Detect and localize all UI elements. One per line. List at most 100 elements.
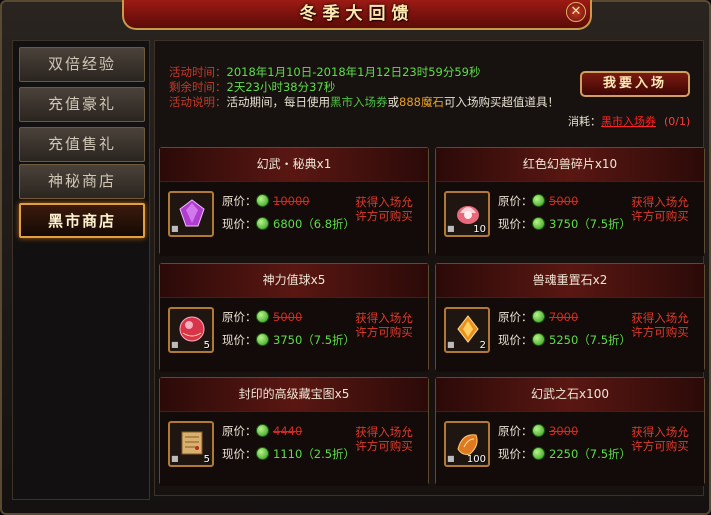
lock-icon: ■ xyxy=(171,224,179,233)
event-desc-label: 活动说明： xyxy=(169,95,227,109)
consume-count: (0/1) xyxy=(664,115,691,128)
item-body: ■ 100 原价： 3000 现价： 2250（7.5折） 获得入场允许方可购买 xyxy=(436,412,704,486)
event-desc-or: 或 xyxy=(387,95,400,109)
item-body: ■ 5 原价： 5000 现价： 3750（7.5折） 获得入场允许方可购买 xyxy=(160,298,428,372)
item-body: ■ 2 原价： 7000 现价： 5250（7.5折） 获得入场允许方可购买 xyxy=(436,298,704,372)
sidebar-item-recharge-sale[interactable]: 充值售礼 xyxy=(19,127,145,162)
lock-icon: ■ xyxy=(447,224,455,233)
current-price-label: 现价： xyxy=(498,217,533,231)
current-price-label: 现价： xyxy=(222,333,257,347)
event-time-row: 活动时间：2018年1月10日-2018年1月12日23时59分59秒 xyxy=(169,65,559,80)
coin-icon xyxy=(532,310,545,323)
coin-icon xyxy=(532,333,545,346)
original-price-row: 原价： 5000 xyxy=(498,193,578,209)
item-slot[interactable]: ■ 10 xyxy=(444,191,490,237)
coin-icon xyxy=(532,194,545,207)
original-price-row: 原价： 7000 xyxy=(498,309,578,325)
current-price-value: 3750（7.5折） xyxy=(549,217,632,231)
original-price-label: 原价： xyxy=(222,310,257,324)
item-slot[interactable]: ■ 5 xyxy=(168,307,214,353)
treasure-map-icon xyxy=(181,431,203,455)
consume-label: 消耗： xyxy=(568,115,601,128)
original-price-label: 原价： xyxy=(498,424,533,438)
original-price-value: 5000 xyxy=(273,310,303,324)
close-button[interactable]: ✕ xyxy=(566,2,586,22)
phantom-stone-icon xyxy=(457,434,478,455)
event-desc-prefix: 活动期间，每日使用 xyxy=(226,95,331,109)
coin-icon xyxy=(256,424,269,437)
enter-market-button[interactable]: 我要入场 xyxy=(580,71,690,97)
sidebar-item-recharge-gift[interactable]: 充值豪礼 xyxy=(19,87,145,122)
sidebar: 双倍经验 充值豪礼 充值售礼 神秘商店 黑市商店 xyxy=(12,40,150,500)
original-price-row: 原价： 5000 xyxy=(222,309,302,325)
current-price-value: 5250（7.5折） xyxy=(549,333,632,347)
item-name: 幻武之石x100 xyxy=(436,378,704,412)
item-body: ■ 10 原价： 5000 现价： 3750（7.5折） 获得入场允许方可购买 xyxy=(436,182,704,256)
current-price-label: 现价： xyxy=(498,333,533,347)
current-price-value: 2250（7.5折） xyxy=(549,447,632,461)
event-desc-ticket: 黑市入场券 xyxy=(330,95,388,109)
event-desc-ore: 888魔石 xyxy=(399,95,444,109)
current-price-value: 1110（2.5折） xyxy=(273,447,356,461)
coin-icon xyxy=(256,447,269,460)
title-bar: 冬季大回馈 ✕ xyxy=(122,0,592,30)
original-price-value: 3000 xyxy=(549,424,579,438)
current-price-row: 现价： 1110（2.5折） xyxy=(222,446,355,462)
shop-item-card: 封印的高级藏宝图x5 ■ 5 原价： 4440 现价： 1110（2.5折） 获得入… xyxy=(159,377,429,486)
item-body: ■ 原价： 10000 现价： 6800（6.8折） 获得入场允许方可购买 xyxy=(160,182,428,256)
original-price-row: 原价： 4440 xyxy=(222,423,302,439)
current-price-row: 现价： 6800（6.8折） xyxy=(222,216,355,232)
original-price-label: 原价： xyxy=(222,194,257,208)
item-name: 幻武・秘典x1 xyxy=(160,148,428,182)
shop-item-card: 神力值球x5 ■ 5 原价： 5000 现价： 3750（7.5折） 获得入场允许方… xyxy=(159,263,429,372)
original-price-label: 原价： xyxy=(498,310,533,324)
item-quantity: 5 xyxy=(203,340,210,351)
item-body: ■ 5 原价： 4440 现价： 1110（2.5折） 获得入场允许方可购买 xyxy=(160,412,428,486)
event-desc-row: 活动说明：活动期间，每日使用黑市入场券或888魔石可入场购买超值道具！ xyxy=(169,95,559,110)
item-quantity: 5 xyxy=(203,454,210,465)
item-name: 兽魂重置石x2 xyxy=(436,264,704,298)
current-price-label: 现价： xyxy=(498,447,533,461)
event-desc-suffix: 可入场购买超值道具！ xyxy=(443,95,559,109)
current-price-row: 现价： 3750（7.5折） xyxy=(498,216,631,232)
sidebar-item-black-market[interactable]: 黑市商店 xyxy=(19,203,145,238)
original-price-label: 原价： xyxy=(498,194,533,208)
window-title: 冬季大回馈 xyxy=(299,4,415,24)
item-quantity: 100 xyxy=(466,454,486,465)
purple-gem-icon xyxy=(179,199,205,227)
consume-ticket-link[interactable]: 黑市入场券 xyxy=(601,115,656,128)
coin-icon xyxy=(256,194,269,207)
coin-icon xyxy=(532,424,545,437)
shop-item-card: 红色幻兽碎片x10 ■ 10 原价： 5000 现价： 3750（7.5折） 获得入… xyxy=(435,147,705,256)
entry-required-notice: 获得入场允许方可购买 xyxy=(355,311,413,339)
shop-item-card: 幻武之石x100 ■ 100 原价： 3000 现价： 2250（7.5折） 获得入… xyxy=(435,377,705,486)
item-slot[interactable]: ■ 100 xyxy=(444,421,490,467)
item-name: 神力值球x5 xyxy=(160,264,428,298)
shop-item-card: 兽魂重置石x2 ■ 2 原价： 7000 现价： 5250（7.5折） 获得入场允许… xyxy=(435,263,705,372)
remain-time-label: 剩余时间： xyxy=(169,80,227,94)
beast-stone-icon xyxy=(457,315,479,343)
main-panel: 活动时间：2018年1月10日-2018年1月12日23时59分59秒 剩余时间… xyxy=(154,40,705,496)
entry-required-notice: 获得入场允许方可购买 xyxy=(631,311,689,339)
remain-time-value: 2天23小时38分37秒 xyxy=(226,80,336,94)
entry-required-notice: 获得入场允许方可购买 xyxy=(355,195,413,223)
current-price-label: 现价： xyxy=(222,217,257,231)
lotus-shard-icon xyxy=(457,206,479,224)
sidebar-item-mystery-shop[interactable]: 神秘商店 xyxy=(19,164,145,199)
item-slot[interactable]: ■ 2 xyxy=(444,307,490,353)
item-slot[interactable]: ■ 5 xyxy=(168,421,214,467)
event-info: 活动时间：2018年1月10日-2018年1月12日23时59分59秒 剩余时间… xyxy=(169,65,559,110)
original-price-value: 5000 xyxy=(549,194,579,208)
event-time-value: 2018年1月10日-2018年1月12日23时59分59秒 xyxy=(226,65,481,79)
coin-icon xyxy=(532,447,545,460)
item-name: 封印的高级藏宝图x5 xyxy=(160,378,428,412)
coin-icon xyxy=(256,333,269,346)
sidebar-item-double-exp[interactable]: 双倍经验 xyxy=(19,47,145,82)
item-quantity: 2 xyxy=(479,340,486,351)
lock-icon: ■ xyxy=(447,340,455,349)
lock-icon: ■ xyxy=(171,340,179,349)
current-price-row: 现价： 3750（7.5折） xyxy=(222,332,355,348)
original-price-value: 7000 xyxy=(549,310,579,324)
item-slot[interactable]: ■ xyxy=(168,191,214,237)
lock-icon: ■ xyxy=(447,454,455,463)
